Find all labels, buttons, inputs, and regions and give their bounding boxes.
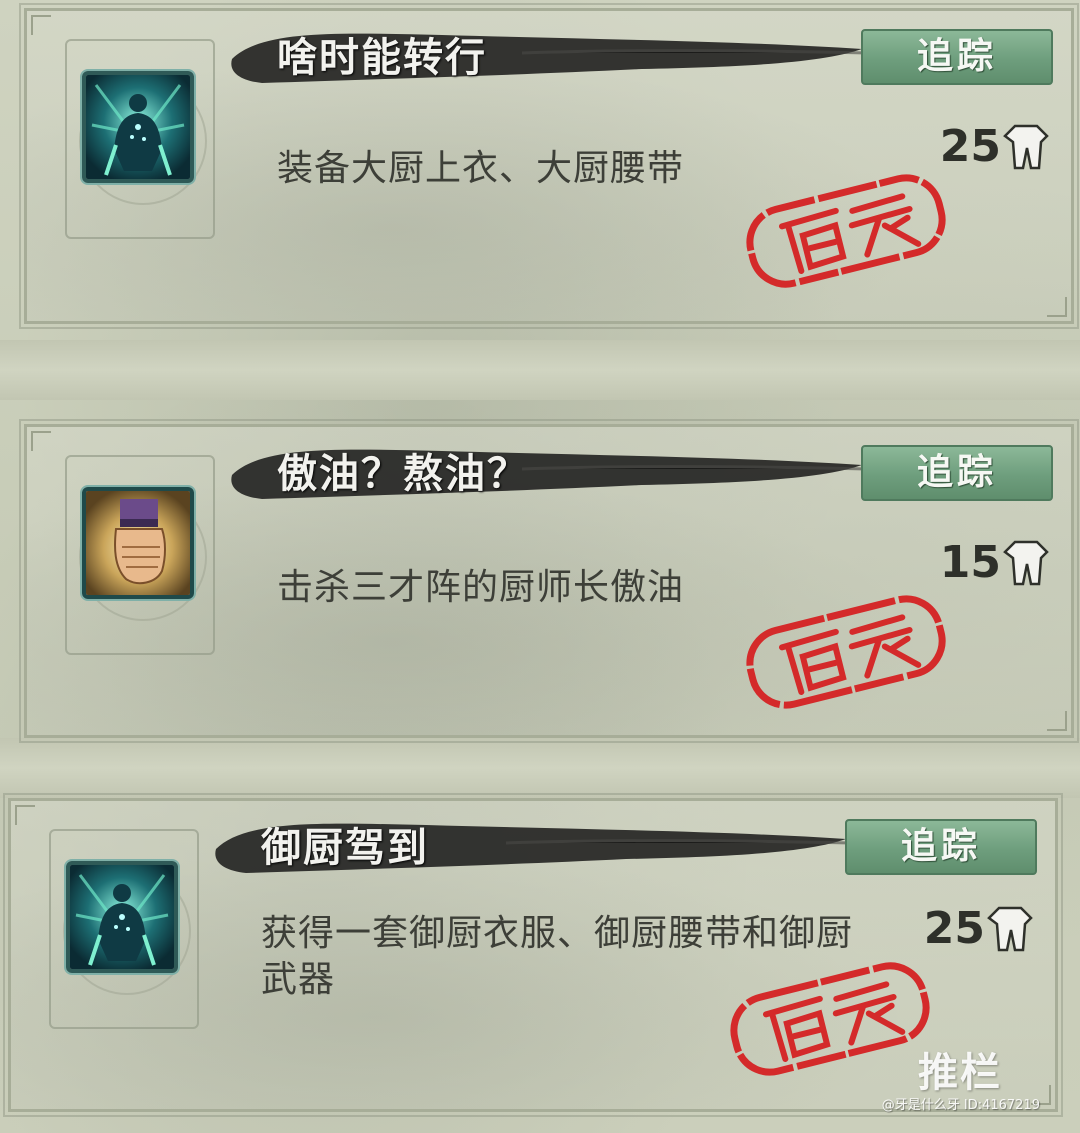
track-button[interactable]: 追踪 (861, 445, 1053, 501)
track-button[interactable]: 追踪 (845, 819, 1037, 875)
clenched-fist-icon (82, 487, 194, 599)
achievement-points: 15 (940, 537, 1049, 588)
achievement-card: 御厨驾到 追踪 获得一套御厨衣服、御厨腰带和御厨武器 25 (3, 793, 1063, 1117)
achievement-points: 25 (924, 903, 1033, 954)
points-value: 25 (923, 903, 985, 954)
achievement-card: 啥时能转行 追踪 装备大厨上衣、大厨腰带 25 (19, 3, 1079, 329)
armor-icon (1003, 124, 1049, 169)
meditating-figure-icon (66, 861, 178, 973)
track-button[interactable]: 追踪 (861, 29, 1053, 85)
divider-band (0, 738, 1080, 798)
achievement-card: 傲油？熬油？ 追踪 击杀三才阵的厨师长傲油 15 (19, 419, 1079, 743)
achievement-points: 25 (940, 121, 1049, 172)
achievement-title: 御厨驾到 (261, 825, 429, 871)
achievement-list-page: 啥时能转行 追踪 装备大厨上衣、大厨腰带 25 傲油？熬油？ 追踪 击杀三才阵的… (0, 0, 1080, 1133)
points-value: 25 (939, 121, 1001, 172)
meditating-figure-icon (82, 71, 194, 183)
achievement-title: 傲油？熬油？ (277, 451, 529, 497)
achievement-title: 啥时能转行 (277, 35, 487, 81)
armor-icon (987, 906, 1033, 951)
watermark-brand: 推栏 (918, 1050, 1002, 1096)
achievement-description: 装备大厨上衣、大厨腰带 (277, 148, 685, 189)
watermark-credit: @牙是什么牙 ID:4167219 (881, 1098, 1040, 1113)
divider-band (0, 340, 1080, 400)
points-value: 15 (939, 537, 1001, 588)
achievement-description: 击杀三才阵的厨师长傲油 (277, 567, 685, 608)
armor-icon (1003, 540, 1049, 585)
